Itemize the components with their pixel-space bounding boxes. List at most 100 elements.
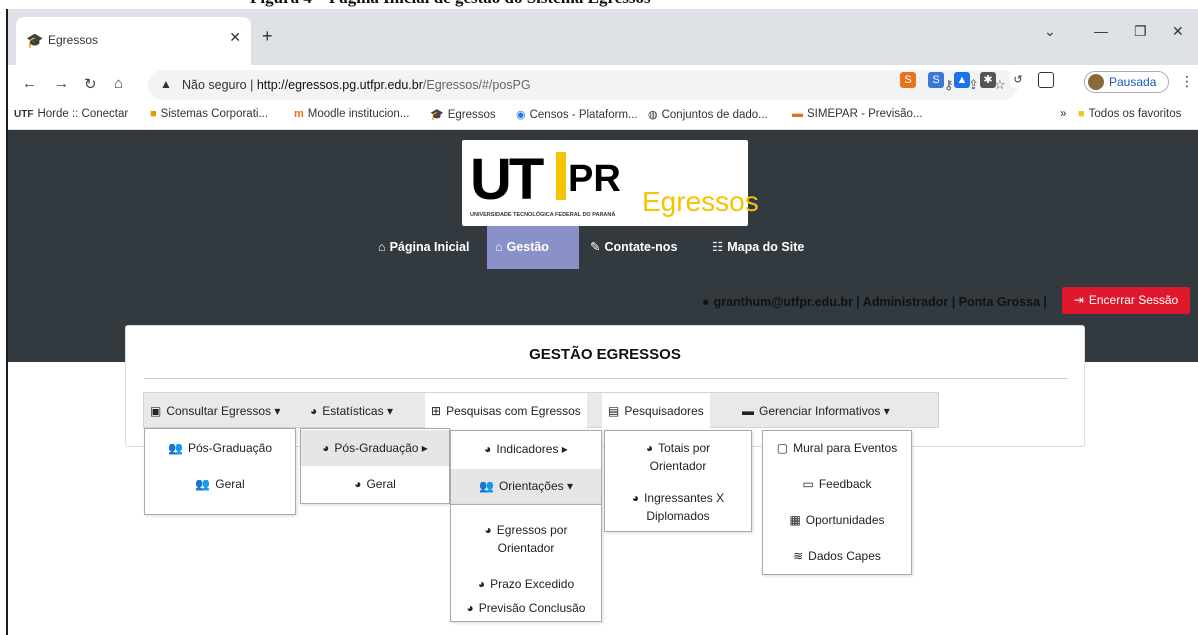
warning-icon: ▲	[160, 77, 172, 91]
close-tab-icon[interactable]: ✕	[229, 29, 241, 46]
users-icon: 👥	[195, 477, 211, 491]
pie-chart-icon: ◕	[322, 441, 330, 455]
contact-book-icon: ▤	[608, 404, 620, 418]
menu-pesquisadores[interactable]: ▤ Pesquisadores	[602, 393, 710, 429]
graduation-cap-icon: 🎓	[26, 32, 44, 48]
users-icon: 👥	[168, 441, 183, 455]
menu-estatisticas[interactable]: ◕ Estatísticas ▾	[304, 393, 399, 429]
pie-chart-icon: ◕	[631, 491, 640, 505]
url-host: http://egressos.pg.utfpr.edu.br	[256, 78, 423, 92]
id-card-icon: ▣	[150, 404, 162, 418]
bookmark-todos-favoritos[interactable]: ■ Todos os favoritos	[1078, 108, 1181, 120]
home-icon: ⌂	[378, 240, 386, 254]
pie-chart-icon: ◕	[477, 577, 486, 591]
tab-title: Egressos	[48, 33, 99, 47]
tab-search-icon[interactable]: ⌄	[1044, 23, 1056, 40]
menu-item-prazo-excedido[interactable]: ◕ Prazo Excedido	[451, 577, 601, 591]
profile-button[interactable]: Pausada	[1084, 71, 1169, 93]
bookmark-simepar[interactable]: ▬ SIMEPAR - Previsão...	[792, 108, 922, 120]
caret-down-icon: ▾	[566, 479, 574, 493]
menu-item-mural-para-eventos[interactable]: ▢ Mural para Eventos	[763, 441, 911, 455]
browser-tab[interactable]: 🎓 Egressos ✕	[16, 17, 251, 65]
bookmark-conjuntos[interactable]: ◍ Conjuntos de dado...	[648, 108, 768, 121]
bookmark-sistemas[interactable]: ■ Sistemas Corporati...	[150, 108, 268, 120]
forward-icon[interactable]: →	[54, 75, 69, 92]
extensions-puzzle-icon[interactable]: ✱	[980, 72, 996, 88]
more-bookmarks-icon[interactable]: »	[1060, 108, 1066, 120]
sign-out-icon: ⇥	[1073, 293, 1084, 307]
key-icon[interactable]: ⚷	[944, 77, 954, 93]
dropdown-orientacoes: ◕ Egressos por Orientador ◕ Prazo Excedido…	[450, 504, 602, 622]
close-window-button[interactable]: ✕	[1172, 23, 1184, 40]
sitemap-icon: ☷	[712, 240, 724, 254]
pie-chart-icon: ◕	[466, 601, 474, 615]
nav-contate-nos[interactable]: ✎ Contate-nos	[582, 226, 685, 269]
new-tab-button[interactable]: +	[262, 26, 273, 47]
bookmark-censos[interactable]: ◉ Censos - Plataform...	[516, 108, 638, 121]
nav-pagina-inicial[interactable]: ⌂ Página Inicial	[370, 226, 477, 269]
history-icon[interactable]: ↺	[1010, 72, 1026, 88]
nav-gestao[interactable]: ⌂ Gestão	[487, 226, 579, 269]
edit-icon: ✎	[590, 240, 601, 254]
extension-cap-icon[interactable]: ▲	[954, 72, 970, 88]
dropdown-indicadores: ◕ Totais por Orientador ◕ Ingressantes X D…	[604, 430, 752, 532]
pie-chart-icon: ◕	[484, 523, 492, 537]
divider	[144, 378, 1068, 379]
user-info: ● granthum@utfpr.edu.br | Administrador |…	[702, 295, 1047, 309]
menu-item-oportunidades[interactable]: ▦ Oportunidades	[763, 513, 911, 527]
caret-down-icon: ▾	[883, 404, 890, 418]
pie-chart-icon: ◕	[354, 477, 362, 491]
extension-sc-icon[interactable]: S	[900, 72, 916, 88]
menu-item-egressos-por-orientador[interactable]: ◕ Egressos por Orientador	[451, 521, 601, 557]
menu-item-dados-capes[interactable]: ≋ Dados Capes	[763, 549, 911, 563]
extension-s-icon[interactable]: S	[928, 72, 944, 88]
browser-window: 🎓 Egressos ✕ + ⌄ — ❐ ✕ ← → ↻ ⌂ ▲ Não seg…	[6, 9, 1198, 635]
archive-icon: ▬	[742, 404, 754, 418]
minimize-button[interactable]: —	[1094, 23, 1108, 39]
table-icon: ⊞	[431, 404, 442, 418]
menu-item-geral[interactable]: ◕ Geral	[301, 477, 449, 491]
menu-item-pos-graduacao[interactable]: 👥 Pós-Graduação	[145, 441, 295, 455]
simepar-icon: ▬	[792, 108, 803, 120]
menu-item-totais-por-orientador[interactable]: ◕ Totais por Orientador	[605, 439, 751, 475]
nav-mapa-do-site[interactable]: ☷ Mapa do Site	[704, 226, 812, 269]
pie-chart-icon: ◕	[484, 442, 492, 456]
menu-item-feedback[interactable]: ▭ Feedback	[763, 477, 911, 491]
profile-status: Pausada	[1109, 75, 1157, 89]
back-icon[interactable]: ←	[22, 75, 37, 92]
menu-item-pos-graduacao[interactable]: ◕ Pós-Graduação ▸	[301, 430, 449, 466]
menu-item-indicadores[interactable]: ◕ Indicadores ▸	[451, 431, 601, 468]
home-browser-icon[interactable]: ⌂	[114, 75, 123, 92]
bookmarks-bar: UTF Horde :: Conectar ■ Sistemas Corporati…	[8, 100, 1198, 130]
address-warning-text: Não seguro	[182, 78, 247, 92]
menu-item-orientacoes[interactable]: 👥 Orientações ▾	[451, 469, 601, 504]
bookmark-horde[interactable]: UTF Horde :: Conectar	[14, 108, 128, 120]
menu-item-geral[interactable]: 👥 Geral	[145, 477, 295, 491]
menu-item-previsao-conclusao[interactable]: ◕ Previsão Conclusão	[451, 601, 601, 615]
globe-icon: ◍	[648, 109, 658, 121]
logout-button[interactable]: ⇥ Encerrar Sessão	[1062, 287, 1190, 314]
moodle-icon: m	[294, 108, 304, 120]
graduation-cap-icon: 🎓	[430, 109, 444, 121]
institution-icon: ⌂	[495, 240, 503, 254]
censos-icon: ◉	[516, 109, 526, 121]
sistemas-icon: ■	[150, 108, 157, 120]
url-field[interactable]: ▲ Não seguro | http://egressos.pg.utfpr.…	[148, 70, 1018, 100]
menu-consultar-egressos[interactable]: ▣ Consultar Egressos ▾	[144, 393, 286, 429]
dropdown-pos-graduacao: ◕ Indicadores ▸ 👥 Orientações ▾	[450, 430, 602, 504]
bookmark-egressos[interactable]: 🎓 Egressos	[430, 108, 496, 121]
calendar-icon: ▢	[776, 441, 789, 455]
side-panel-icon[interactable]	[1038, 72, 1054, 88]
menu-pesquisas-com-egressos[interactable]: ⊞ Pesquisas com Egressos	[425, 393, 587, 429]
database-icon: ≋	[793, 549, 804, 563]
comment-icon: ▭	[802, 477, 814, 491]
menu-gerenciar-informativos[interactable]: ▬ Gerenciar Informativos ▾	[736, 393, 896, 429]
panel-title: GESTÃO EGRESSOS	[529, 346, 681, 363]
menu-item-ingressantes-x-diplomados[interactable]: ◕ Ingressantes X Diplomados	[605, 489, 751, 525]
utfpr-logo[interactable]: UT PR UNIVERSIDADE TECNOLÓGICA FEDERAL D…	[462, 140, 759, 226]
more-menu-icon[interactable]: ⋮	[1180, 73, 1194, 90]
reload-icon[interactable]: ↻	[84, 75, 97, 93]
restore-button[interactable]: ❐	[1134, 23, 1147, 40]
bookmark-moodle[interactable]: m Moodle institucion...	[294, 108, 409, 120]
caret-right-icon: ▸	[421, 441, 428, 455]
